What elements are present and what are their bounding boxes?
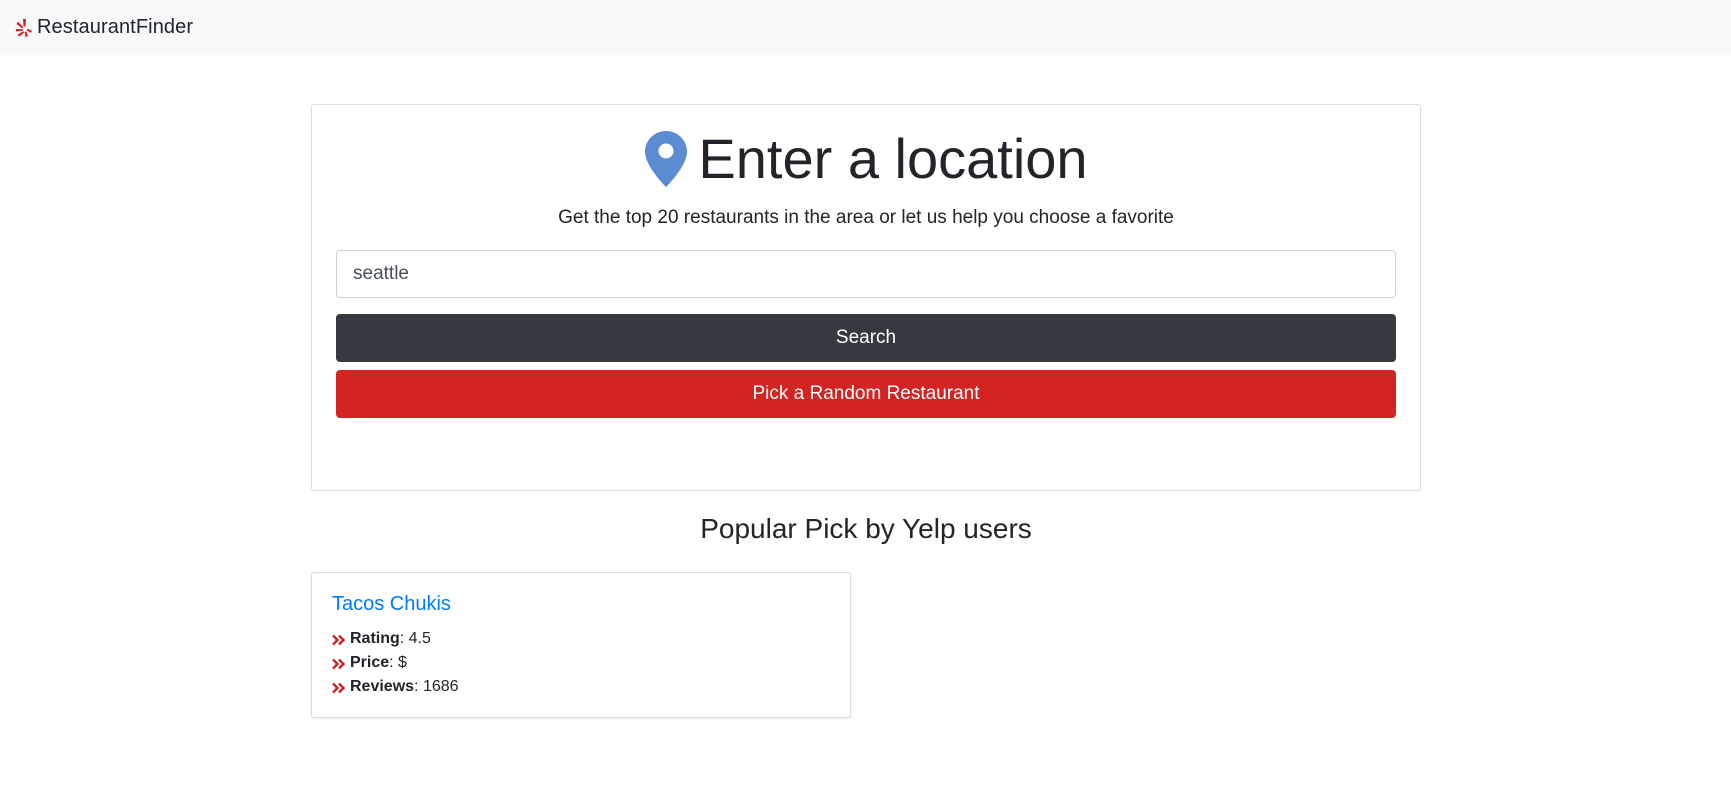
random-restaurant-button[interactable]: Pick a Random Restaurant: [336, 370, 1396, 418]
popular-pick-heading: Popular Pick by Yelp users: [700, 513, 1032, 544]
price-label: Price: [350, 654, 390, 671]
double-chevron-right-icon: [332, 633, 346, 646]
list-item: Reviews: 1686: [332, 675, 459, 699]
map-marker-icon: [644, 130, 688, 188]
reviews-value: : 1686: [414, 678, 459, 695]
navbar: RestaurantFinder: [0, 0, 1731, 55]
brand-name: RestaurantFinder: [37, 16, 194, 38]
location-input[interactable]: [336, 250, 1396, 298]
price-value: : $: [389, 654, 407, 671]
rating-label: Rating: [350, 630, 400, 647]
restaurant-details: Rating: 4.5 Price: $ Reviews: 1686: [332, 627, 459, 699]
search-button[interactable]: Search: [336, 314, 1396, 362]
page-title: Enter a location: [698, 127, 1088, 190]
page-subtitle: Get the top 20 restaurants in the area o…: [558, 207, 1174, 228]
search-panel: Enter a location Get the top 20 restaura…: [311, 104, 1421, 491]
reviews-label: Reviews: [350, 678, 415, 695]
search-heading: Enter a location: [312, 129, 1420, 189]
restaurant-card: Tacos Chukis Rating: 4.5 Price: $ Review…: [311, 572, 851, 718]
list-item: Price: $: [332, 651, 459, 675]
double-chevron-right-icon: [332, 681, 346, 694]
yelp-burst-icon: [15, 18, 33, 38]
list-item: Rating: 4.5: [332, 627, 459, 651]
rating-value: : 4.5: [399, 630, 431, 647]
double-chevron-right-icon: [332, 657, 346, 670]
brand-link[interactable]: RestaurantFinder: [15, 16, 193, 39]
restaurant-name-link[interactable]: Tacos Chukis: [332, 593, 451, 616]
